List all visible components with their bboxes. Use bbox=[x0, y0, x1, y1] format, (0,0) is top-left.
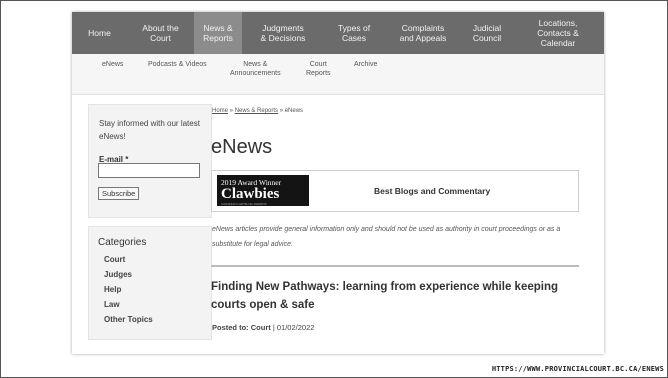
award-subtitle: CANADIAN LAW BLOG AWARDS bbox=[221, 202, 267, 206]
subnav-news-announcements[interactable]: News & Announcements bbox=[230, 60, 281, 78]
award-name: Clawbies bbox=[221, 186, 280, 202]
breadcrumb-news-reports[interactable]: News & Reports bbox=[235, 108, 278, 114]
divider bbox=[211, 265, 579, 267]
newsletter-prompt: Stay informed with our latest eNews! bbox=[99, 119, 200, 141]
posted-info: Posted to: Court | 01/02/2022 bbox=[212, 323, 314, 332]
newsletter-signup: Stay informed with our latest eNews! E-m… bbox=[88, 104, 212, 218]
main-nav: Home About the Court News & Reports Judg… bbox=[72, 12, 604, 54]
nav-judgments-decisions[interactable]: Judgments & Decisions bbox=[242, 12, 324, 54]
categories-title: Categories bbox=[98, 237, 147, 248]
nav-home[interactable]: Home bbox=[72, 12, 127, 54]
subnav-court-reports[interactable]: Court Reports bbox=[306, 60, 331, 78]
posted-date: 01/02/2022 bbox=[276, 323, 315, 332]
subscribe-button[interactable]: Subscribe bbox=[98, 187, 140, 200]
email-input[interactable] bbox=[98, 163, 200, 178]
breadcrumb: Home » News & Reports » eNews bbox=[212, 108, 303, 114]
breadcrumb-separator: » bbox=[228, 108, 235, 114]
webpage: Home About the Court News & Reports Judg… bbox=[72, 12, 604, 354]
nav-locations-contacts-calendar[interactable]: Locations, Contacts & Calendar bbox=[512, 12, 604, 54]
posted-category-link[interactable]: Court bbox=[251, 323, 271, 332]
posted-label: Posted to: bbox=[212, 323, 251, 332]
article-title[interactable]: Finding New Pathways: learning from expe… bbox=[211, 278, 581, 314]
subnav-podcasts-videos[interactable]: Podcasts & Videos bbox=[148, 60, 207, 69]
sub-nav: eNews Podcasts & Videos News & Announcem… bbox=[72, 54, 604, 95]
nav-complaints-appeals[interactable]: Complaints and Appeals bbox=[384, 12, 462, 54]
nav-judicial-council[interactable]: Judicial Council bbox=[462, 12, 512, 54]
page-title: eNews bbox=[211, 136, 273, 158]
award-category: Best Blogs and Commentary bbox=[374, 186, 491, 196]
category-court[interactable]: Court bbox=[104, 252, 153, 267]
category-other-topics[interactable]: Other Topics bbox=[104, 312, 153, 327]
subnav-archive[interactable]: Archive bbox=[354, 60, 377, 69]
disclaimer-text: eNews articles provide general informati… bbox=[212, 226, 561, 248]
category-law[interactable]: Law bbox=[104, 297, 153, 312]
breadcrumb-current: eNews bbox=[284, 108, 304, 114]
source-url: HTTPS://WWW.PROVINCIALCOURT.BC.CA/ENEWS bbox=[491, 365, 664, 373]
breadcrumb-separator: » bbox=[278, 108, 285, 114]
categories-box: Categories Court Judges Help Law Other T… bbox=[88, 226, 212, 340]
categories-list: Court Judges Help Law Other Topics bbox=[104, 252, 153, 327]
breadcrumb-home[interactable]: Home bbox=[212, 108, 228, 114]
category-help[interactable]: Help bbox=[104, 282, 153, 297]
clawbies-logo: 2019 Award Winner Clawbies CANADIAN LAW … bbox=[217, 175, 309, 206]
nav-types-of-cases[interactable]: Types of Cases bbox=[324, 12, 384, 54]
award-banner[interactable]: 2019 Award Winner Clawbies CANADIAN LAW … bbox=[211, 170, 579, 212]
nav-news-reports[interactable]: News & Reports bbox=[194, 12, 242, 54]
subnav-enews[interactable]: eNews bbox=[102, 60, 123, 69]
category-judges[interactable]: Judges bbox=[104, 267, 153, 282]
nav-about-the-court[interactable]: About the Court bbox=[127, 12, 194, 54]
